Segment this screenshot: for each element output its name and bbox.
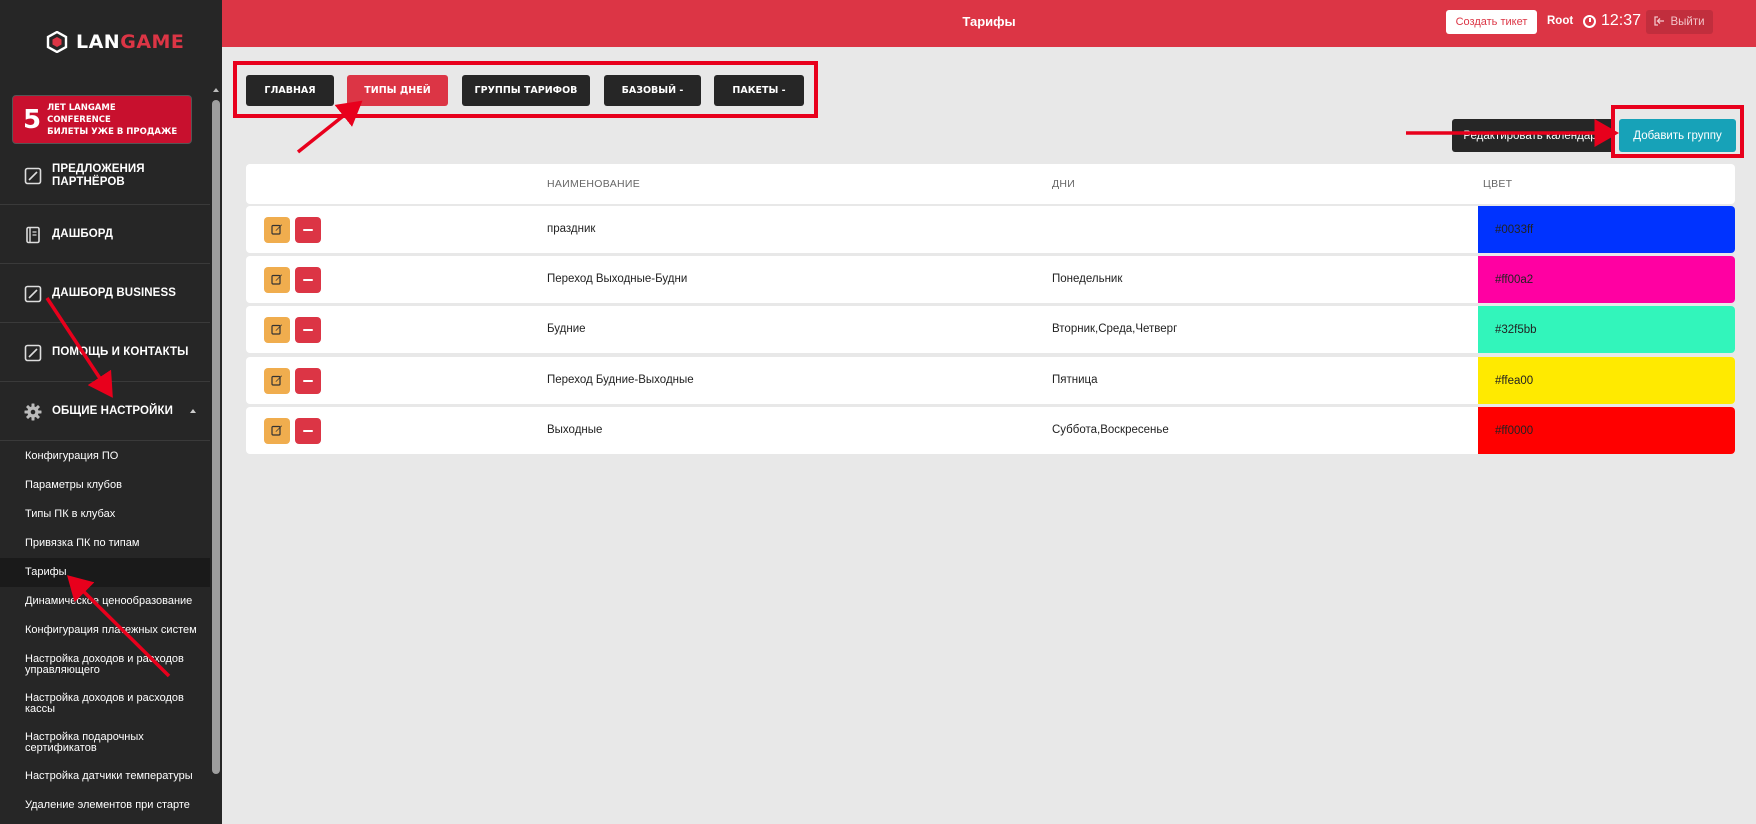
table-row: Переход Будние-Выходные Пятница #ffea00 [246, 357, 1735, 404]
row-days: Вторник,Среда,Четверг [1052, 323, 1178, 335]
settings-submenu: Конфигурация ПО Параметры клубов Типы ПК… [0, 442, 210, 820]
edit-button[interactable] [264, 267, 290, 293]
table-header: НАИМЕНОВАНИЕ ДНИ ЦВЕТ [246, 164, 1735, 204]
edit-icon [271, 424, 283, 439]
submenu-item[interactable]: Динамическое ценообразование [0, 587, 210, 616]
submenu-item[interactable]: Настройка подарочных сертификатов [0, 723, 210, 762]
sidebar-item-dashboard[interactable]: ДАШБОРД [0, 206, 210, 264]
edit-icon [271, 223, 283, 238]
delete-button[interactable] [295, 267, 321, 293]
row-days: Суббота,Воскресенье [1052, 424, 1169, 436]
gear-icon [24, 403, 42, 421]
promo-line: ЛЕТ LANGAME [47, 102, 116, 113]
delete-button[interactable] [295, 317, 321, 343]
sidebar-item-label: ДАШБОРД [52, 228, 114, 241]
user-name: Root [1547, 15, 1574, 27]
pencil-square-icon [24, 344, 42, 362]
submenu-item[interactable]: Конфигурация ПО [0, 442, 210, 471]
promo-line: CONFERENCE [47, 114, 111, 125]
sidebar-item-dashboard-business[interactable]: ДАШБОРД BUSINESS [0, 265, 210, 323]
edit-icon [271, 323, 283, 338]
table-row: праздник #0033ff [246, 206, 1735, 253]
row-name: Переход Будние-Выходные [547, 374, 694, 386]
color-swatch: #ffea00 [1478, 357, 1735, 404]
edit-icon [271, 273, 283, 288]
conference-promo-banner[interactable]: 5 ЛЕТ LANGAME CONFERENCE БИЛЕТЫ УЖЕ В ПР… [12, 95, 192, 144]
logout-icon [1654, 15, 1665, 29]
edit-icon [271, 374, 283, 389]
top-header: Тарифы Создать тикет Root 12:37 Выйти [222, 0, 1756, 47]
add-group-button[interactable]: Добавить группу [1619, 119, 1736, 152]
submenu-item[interactable]: Конфигурация платежных систем [0, 616, 210, 645]
color-swatch: #ff00a2 [1478, 256, 1735, 303]
submenu-item[interactable]: Настройка доходов и расходов кассы [0, 684, 210, 723]
tab-main[interactable]: ГЛАВНАЯ [246, 75, 334, 106]
clock-icon [1583, 14, 1596, 28]
sidebar-scrollbar-thumb[interactable] [212, 100, 220, 774]
sidebar-item-general-settings[interactable]: ОБЩИЕ НАСТРОЙКИ [0, 383, 210, 441]
edit-button[interactable] [264, 368, 290, 394]
color-swatch: #0033ff [1478, 206, 1735, 253]
promo-line: БИЛЕТЫ УЖЕ В ПРОДАЖЕ [47, 126, 178, 137]
submenu-item[interactable]: Параметры клубов [0, 471, 210, 500]
submenu-item[interactable]: Привязка ПК по типам [0, 529, 210, 558]
row-name: праздник [547, 223, 596, 235]
sidebar-item-label: ПРЕДЛОЖЕНИЯ ПАРТНЁРОВ [52, 163, 145, 188]
edit-button[interactable] [264, 317, 290, 343]
langame-logo-icon [46, 30, 68, 54]
scroll-up-arrow-icon[interactable] [213, 88, 219, 92]
pencil-square-icon [24, 285, 42, 303]
row-days: Понедельник [1052, 273, 1123, 285]
submenu-item[interactable]: Типы ПК в клубах [0, 500, 210, 529]
sidebar-item-label: ОБЩИЕ НАСТРОЙКИ [52, 405, 173, 418]
edit-button[interactable] [264, 418, 290, 444]
pencil-square-icon [24, 167, 42, 185]
clock: 12:37 [1583, 12, 1641, 30]
promo-number: 5 [23, 104, 42, 135]
edit-calendar-button[interactable]: Редактировать календарь [1452, 119, 1614, 152]
submenu-item[interactable]: Настройка датчики температуры [0, 762, 210, 791]
create-ticket-button[interactable]: Создать тикет [1446, 10, 1537, 34]
delete-button[interactable] [295, 368, 321, 394]
submenu-item-active[interactable]: Тарифы [0, 558, 210, 587]
delete-button[interactable] [295, 217, 321, 243]
delete-button[interactable] [295, 418, 321, 444]
notebook-icon [24, 226, 42, 244]
tab-day-types[interactable]: ТИПЫ ДНЕЙ [347, 75, 448, 106]
sidebar: LANGAME 5 ЛЕТ LANGAME CONFERENCE БИЛЕТЫ … [0, 0, 222, 824]
color-swatch: #32f5bb [1478, 306, 1735, 353]
row-name: Выходные [547, 424, 603, 436]
row-name: Переход Выходные-Будни [547, 273, 688, 285]
submenu-item[interactable]: Настройка доходов и расходов управляющег… [0, 645, 210, 684]
column-header-color: ЦВЕТ [1483, 178, 1513, 190]
sidebar-item-label: ПОМОЩЬ И КОНТАКТЫ [52, 346, 189, 359]
logout-button[interactable]: Выйти [1646, 10, 1713, 34]
logout-label: Выйти [1670, 16, 1705, 28]
submenu-item[interactable]: Удаление элементов при старте [0, 791, 210, 820]
langame-logo[interactable]: LANGAME [46, 28, 184, 56]
caret-up-icon [190, 409, 196, 413]
color-swatch: #ff0000 [1478, 407, 1735, 454]
sidebar-item-partner-offers[interactable]: ПРЕДЛОЖЕНИЯ ПАРТНЁРОВ [0, 147, 210, 205]
tab-tariff-groups[interactable]: ГРУППЫ ТАРИФОВ [462, 75, 590, 106]
table-row: Будние Вторник,Среда,Четверг #32f5bb [246, 306, 1735, 353]
sidebar-item-label: ДАШБОРД BUSINESS [52, 287, 176, 300]
column-header-days: ДНИ [1052, 178, 1076, 190]
row-days: Пятница [1052, 374, 1098, 386]
edit-button[interactable] [264, 217, 290, 243]
logo-text: LANGAME [76, 31, 185, 53]
row-name: Будние [547, 323, 586, 335]
table-row: Выходные Суббота,Воскресенье #ff0000 [246, 407, 1735, 454]
clock-time: 12:37 [1601, 12, 1642, 29]
table-row: Переход Выходные-Будни Понедельник #ff00… [246, 256, 1735, 303]
column-header-name: НАИМЕНОВАНИЕ [547, 178, 641, 190]
tab-base-dropdown[interactable]: БАЗОВЫЙ - [604, 75, 701, 106]
sidebar-item-help-contacts[interactable]: ПОМОЩЬ И КОНТАКТЫ [0, 324, 210, 382]
tab-packages-dropdown[interactable]: ПАКЕТЫ - [714, 75, 804, 106]
